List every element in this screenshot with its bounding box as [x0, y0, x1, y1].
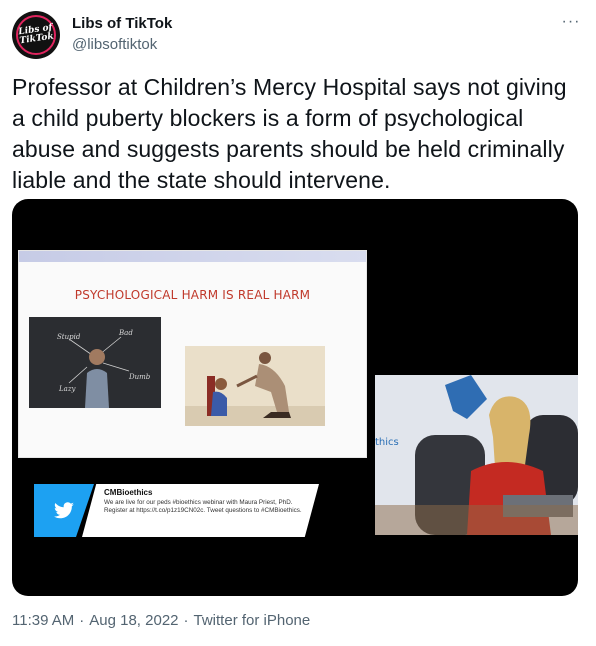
- separator-dot: ·: [183, 612, 189, 629]
- slide-title: PSYCHOLOGICAL HARM IS REAL HARM: [74, 288, 311, 302]
- more-options-button[interactable]: ···: [556, 10, 586, 34]
- webcam-sign-text: thics: [375, 437, 399, 448]
- parent-child-illustration: [185, 346, 325, 426]
- parent-child-image: [185, 346, 325, 426]
- tweet-time[interactable]: 11:39 AM: [12, 612, 74, 629]
- chalk-word-1: Stupid: [57, 333, 81, 341]
- speaker-webcam: thics: [375, 375, 578, 535]
- chalk-word-0: Bad: [118, 329, 133, 337]
- tweet-text: Professor at Children’s Mercy Hospital s…: [12, 74, 567, 193]
- twitter-lower-third: CMBioethics We are live for our peds #bi…: [34, 484, 319, 537]
- speaker-illustration: [375, 375, 578, 535]
- lower-third-account: CMBioethics: [104, 488, 153, 497]
- lower-third-text: We are live for our peds #bioethics webi…: [104, 499, 302, 514]
- presentation-slide: PSYCHOLOGICAL HARM IS REAL HARM Stupid B…: [18, 250, 367, 458]
- chalkboard-child-image: Stupid Bad Dumb Lazy: [29, 317, 161, 408]
- tweet-video[interactable]: PSYCHOLOGICAL HARM IS REAL HARM Stupid B…: [12, 199, 578, 596]
- chalk-word-2: Dumb: [128, 373, 151, 381]
- slide-header-bar: [19, 251, 366, 262]
- tweet-date[interactable]: Aug 18, 2022: [89, 612, 178, 629]
- more-horizontal-icon: ···: [561, 13, 581, 30]
- separator-dot: ·: [79, 612, 85, 629]
- author-name[interactable]: Libs of TikTok: [72, 15, 172, 32]
- author-avatar[interactable]: Libs of TikTok: [12, 11, 60, 59]
- tweet-source[interactable]: Twitter for iPhone: [194, 612, 311, 629]
- tweet: Libs of TikTok Libs of TikTok @libsoftikt…: [0, 0, 596, 646]
- tweet-timestamp[interactable]: 11:39 AM · Aug 18, 2022 · Twitter for iPhone: [12, 612, 310, 629]
- chalkboard-illustration: Stupid Bad Dumb Lazy: [29, 317, 161, 408]
- chalk-word-3: Lazy: [58, 385, 77, 393]
- author-handle[interactable]: @libsoftiktok: [72, 36, 157, 53]
